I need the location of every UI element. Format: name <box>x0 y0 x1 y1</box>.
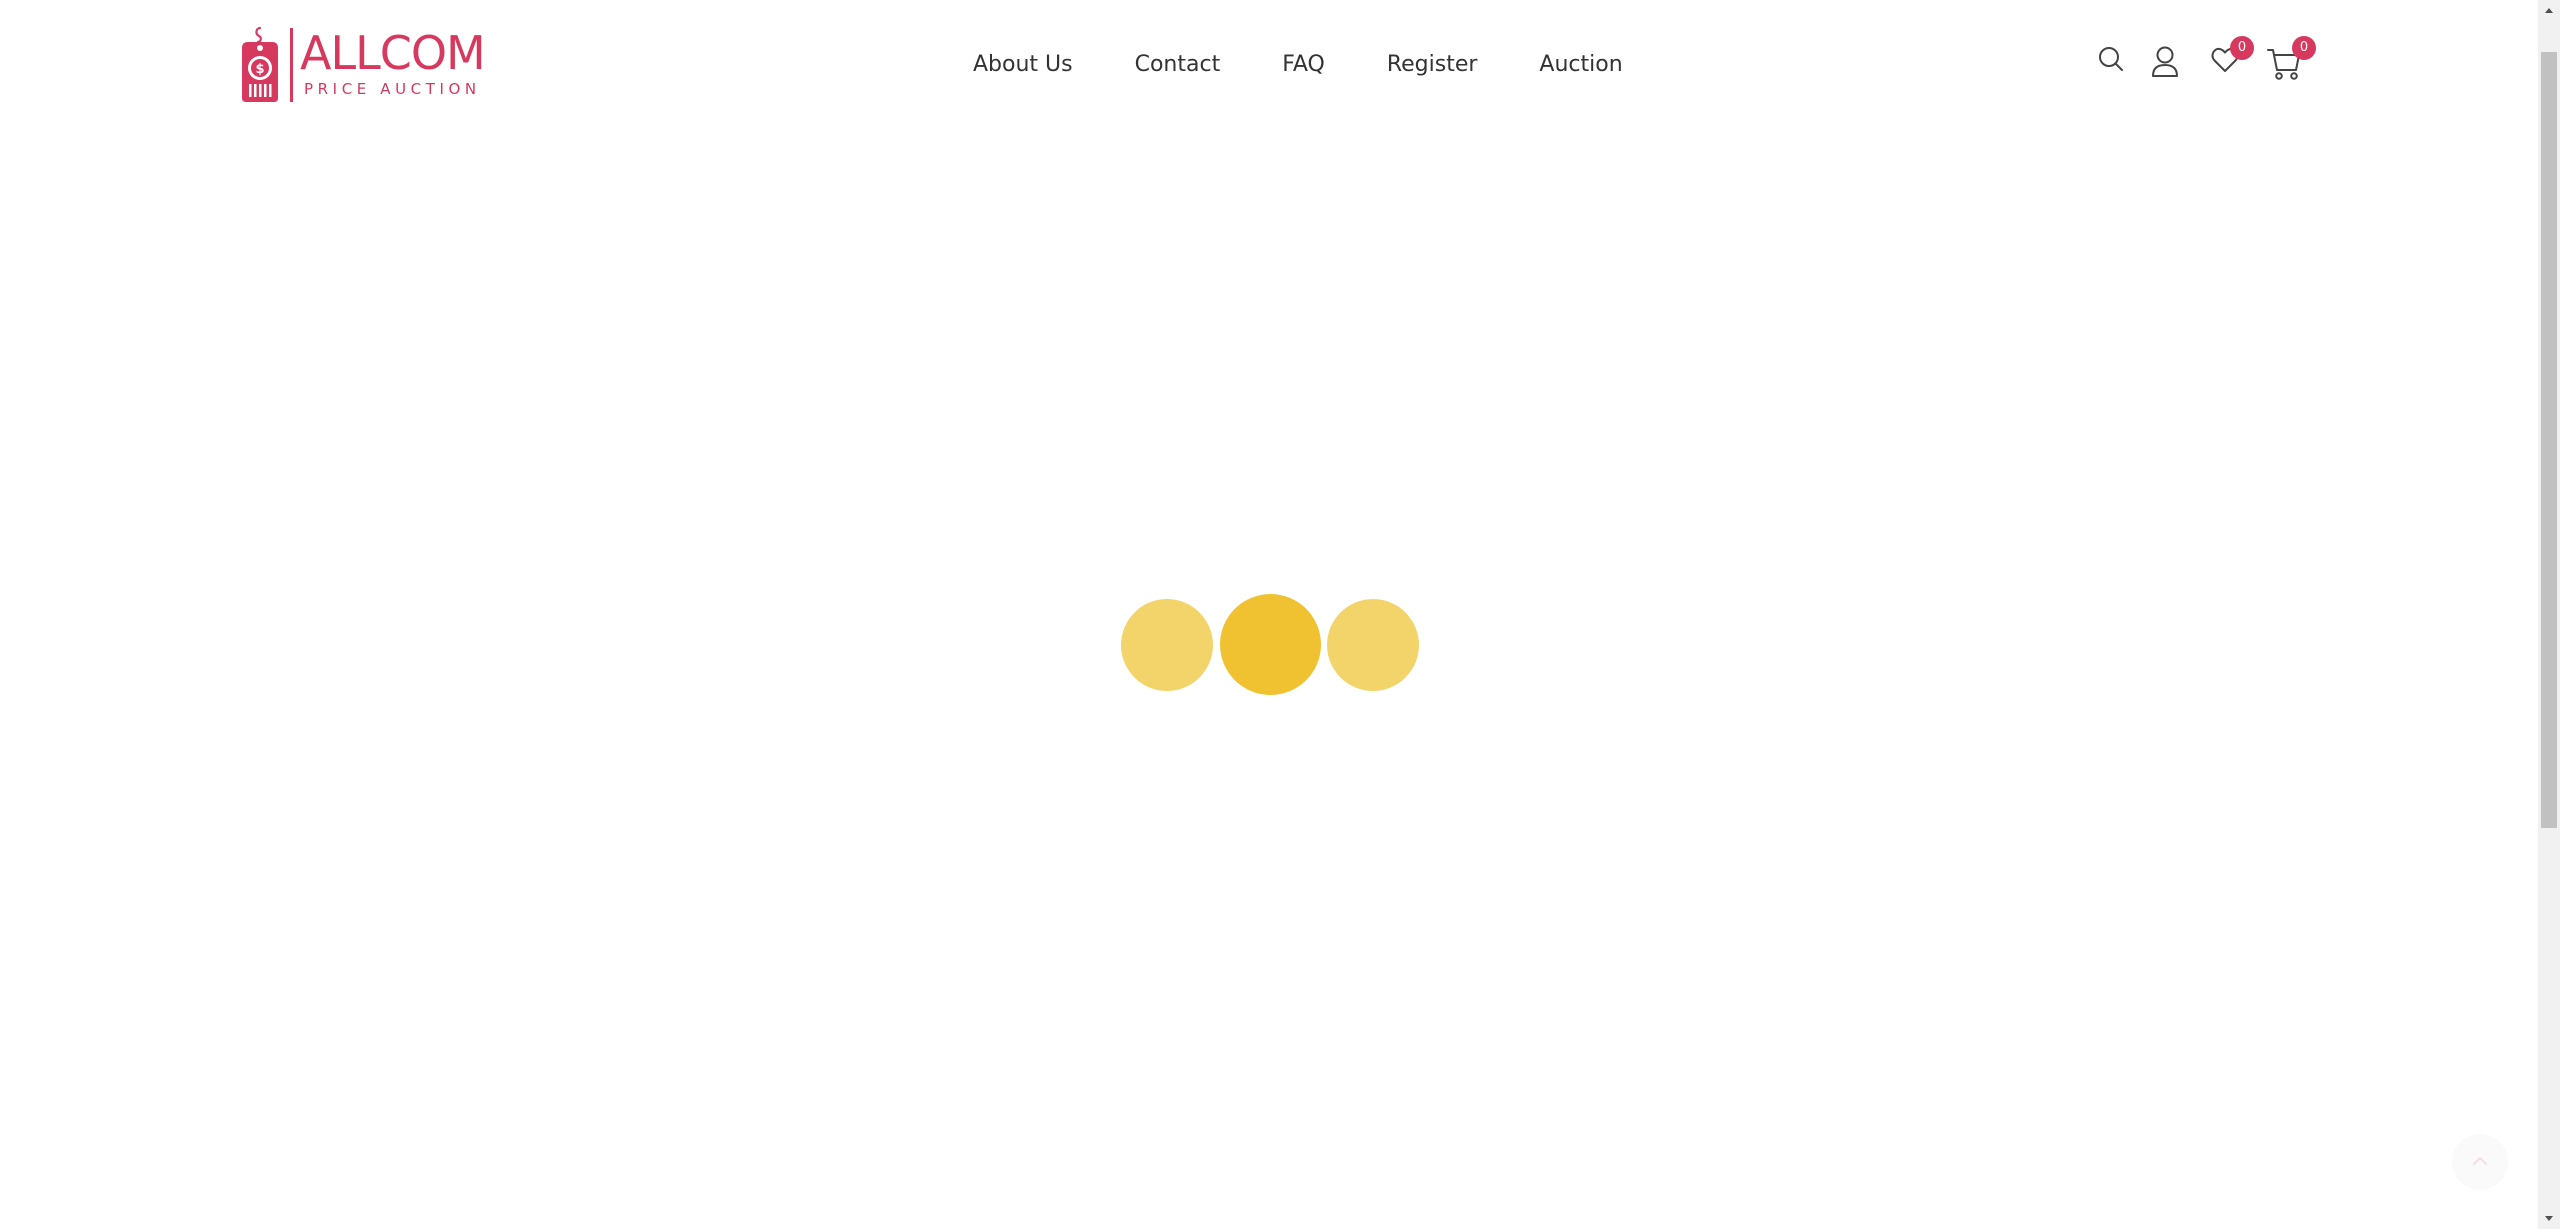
search-icon <box>2099 47 2123 71</box>
site-logo[interactable]: $ ALLCOM PRICE AUCTION <box>238 26 490 106</box>
triangle-down-icon <box>2545 1216 2553 1221</box>
cart-button[interactable]: 0 <box>2266 36 2316 82</box>
logo-divider <box>290 28 293 102</box>
loader-dot-center <box>1220 594 1321 695</box>
site-header: $ ALLCOM PRICE AUCTION About Us Contact … <box>0 0 2538 130</box>
wishlist-count-badge: 0 <box>2230 36 2254 60</box>
vertical-scrollbar[interactable] <box>2538 0 2560 1229</box>
nav-item-auction[interactable]: Auction <box>1539 50 1622 80</box>
search-button[interactable] <box>2096 44 2126 76</box>
scrollbar-thumb[interactable] <box>2541 52 2557 828</box>
nav-item-contact[interactable]: Contact <box>1135 50 1221 80</box>
scroll-down-button[interactable] <box>2538 1207 2560 1229</box>
loader-dot-left <box>1121 599 1213 691</box>
price-tag-logo-icon: $ <box>242 26 278 102</box>
nav-item-register[interactable]: Register <box>1387 50 1478 80</box>
scroll-up-button[interactable] <box>2538 0 2560 22</box>
page-loader <box>1119 594 1419 696</box>
page: $ ALLCOM PRICE AUCTION About Us Contact … <box>0 0 2560 1229</box>
back-to-top-button[interactable] <box>2452 1134 2508 1190</box>
wishlist-button[interactable]: 0 <box>2210 36 2254 76</box>
account-button[interactable] <box>2150 44 2180 78</box>
logo-wordmark: ALLCOM <box>300 26 486 80</box>
cart-count-badge: 0 <box>2292 36 2316 60</box>
logo-tagline: PRICE AUCTION <box>304 80 481 98</box>
nav-item-about-us[interactable]: About Us <box>973 50 1073 80</box>
arrow-up-icon <box>2473 1157 2487 1165</box>
user-icon <box>2152 46 2178 77</box>
triangle-up-icon <box>2545 8 2553 13</box>
main-nav: About Us Contact FAQ Register Auction <box>973 50 1623 80</box>
nav-item-faq[interactable]: FAQ <box>1282 50 1325 80</box>
loader-dot-right <box>1327 599 1419 691</box>
svg-text:$: $ <box>255 62 264 77</box>
